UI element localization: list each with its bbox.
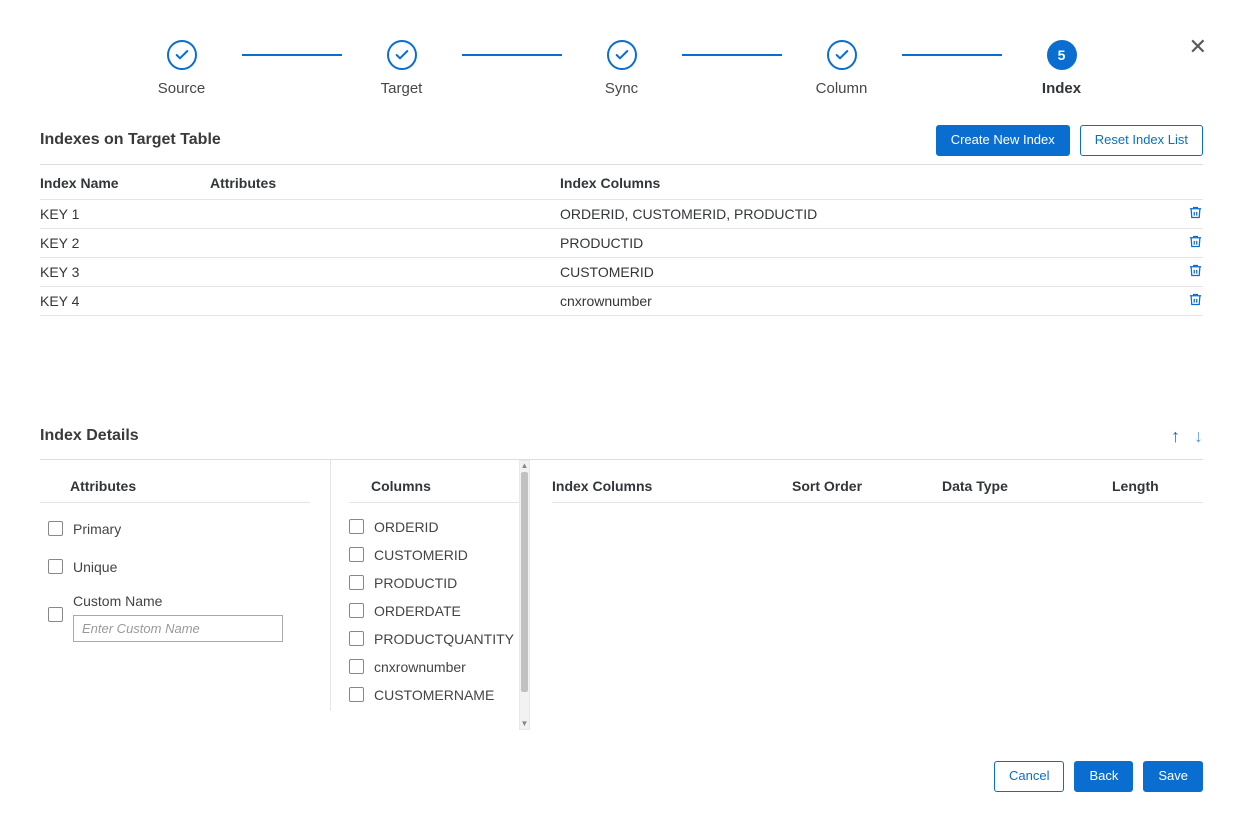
index-cols: CUSTOMERID bbox=[560, 264, 1173, 280]
custom-name-checkbox[interactable] bbox=[48, 607, 63, 622]
step-connector bbox=[902, 54, 1002, 56]
column-label: CUSTOMERID bbox=[374, 547, 468, 563]
column-checkbox[interactable] bbox=[349, 603, 364, 618]
scroll-up-icon[interactable]: ▲ bbox=[520, 461, 529, 471]
indexes-title: Indexes on Target Table bbox=[40, 131, 221, 149]
column-checkbox[interactable] bbox=[349, 631, 364, 646]
index-name: KEY 3 bbox=[40, 264, 210, 280]
detail-header-len: Length bbox=[1112, 478, 1203, 494]
columns-scrollbar[interactable]: ▲ ▼ bbox=[519, 460, 530, 730]
unique-checkbox[interactable] bbox=[48, 559, 63, 574]
column-label: ORDERDATE bbox=[374, 603, 461, 619]
move-down-icon[interactable]: ↓ bbox=[1194, 426, 1203, 447]
attributes-panel: Attributes Primary Unique Custom Name bbox=[40, 460, 330, 711]
index-name: KEY 4 bbox=[40, 293, 210, 309]
index-details-title: Index Details bbox=[40, 427, 139, 445]
move-up-icon[interactable]: ↑ bbox=[1171, 426, 1180, 447]
primary-label: Primary bbox=[73, 521, 121, 537]
wizard-stepper: Source Target Sync Column 5 Index bbox=[122, 40, 1122, 97]
wizard-footer: Cancel Back Save bbox=[40, 761, 1203, 792]
step-column[interactable]: Column bbox=[782, 40, 902, 97]
delete-icon[interactable] bbox=[1173, 263, 1203, 281]
table-row[interactable]: KEY 1 ORDERID, CUSTOMERID, PRODUCTID bbox=[40, 200, 1203, 229]
create-new-index-button[interactable]: Create New Index bbox=[936, 125, 1070, 156]
check-icon bbox=[387, 40, 417, 70]
step-connector bbox=[242, 54, 342, 56]
column-checkbox[interactable] bbox=[349, 687, 364, 702]
scrollbar-thumb[interactable] bbox=[521, 472, 528, 692]
step-label: Column bbox=[816, 80, 868, 97]
save-button[interactable]: Save bbox=[1143, 761, 1203, 792]
table-row[interactable]: KEY 3 CUSTOMERID bbox=[40, 258, 1203, 287]
index-cols: cnxrownumber bbox=[560, 293, 1173, 309]
index-cols: PRODUCTID bbox=[560, 235, 1173, 251]
delete-icon[interactable] bbox=[1173, 234, 1203, 252]
column-label: cnxrownumber bbox=[374, 659, 466, 675]
custom-name-input[interactable] bbox=[73, 615, 283, 642]
unique-label: Unique bbox=[73, 559, 117, 575]
check-icon bbox=[827, 40, 857, 70]
step-connector bbox=[462, 54, 562, 56]
column-checkbox[interactable] bbox=[349, 519, 364, 534]
detail-header-type: Data Type bbox=[942, 478, 1112, 494]
step-label: Source bbox=[158, 80, 206, 97]
table-row[interactable]: KEY 2 PRODUCTID bbox=[40, 229, 1203, 258]
step-label: Index bbox=[1042, 80, 1081, 97]
custom-name-label: Custom Name bbox=[73, 593, 283, 609]
column-label: PRODUCTID bbox=[374, 575, 457, 591]
detail-header-cols: Index Columns bbox=[552, 478, 792, 494]
step-label: Sync bbox=[605, 80, 638, 97]
columns-header: Columns bbox=[349, 470, 530, 503]
step-target[interactable]: Target bbox=[342, 40, 462, 97]
step-number-icon: 5 bbox=[1047, 40, 1077, 70]
index-cols: ORDERID, CUSTOMERID, PRODUCTID bbox=[560, 206, 1173, 222]
primary-checkbox[interactable] bbox=[48, 521, 63, 536]
step-label: Target bbox=[381, 80, 423, 97]
attributes-header: Attributes bbox=[40, 470, 310, 503]
column-label: PRODUCTQUANTITY bbox=[374, 631, 514, 647]
check-icon bbox=[167, 40, 197, 70]
back-button[interactable]: Back bbox=[1074, 761, 1133, 792]
table-row[interactable]: KEY 4 cnxrownumber bbox=[40, 287, 1203, 316]
column-checkbox[interactable] bbox=[349, 547, 364, 562]
step-connector bbox=[682, 54, 782, 56]
cancel-button[interactable]: Cancel bbox=[994, 761, 1064, 792]
check-icon bbox=[607, 40, 637, 70]
step-index[interactable]: 5 Index bbox=[1002, 40, 1122, 97]
reset-index-list-button[interactable]: Reset Index List bbox=[1080, 125, 1203, 156]
col-header-name: Index Name bbox=[40, 175, 210, 191]
step-source[interactable]: Source bbox=[122, 40, 242, 97]
scroll-down-icon[interactable]: ▼ bbox=[520, 719, 529, 729]
column-label: CUSTOMERNAME bbox=[374, 687, 494, 703]
close-icon[interactable]: ✕ bbox=[1189, 36, 1207, 58]
column-checkbox[interactable] bbox=[349, 575, 364, 590]
column-checkbox[interactable] bbox=[349, 659, 364, 674]
col-header-attr: Attributes bbox=[210, 175, 560, 191]
delete-icon[interactable] bbox=[1173, 292, 1203, 310]
index-name: KEY 1 bbox=[40, 206, 210, 222]
column-label: ORDERID bbox=[374, 519, 439, 535]
index-columns-detail-panel: Index Columns Sort Order Data Type Lengt… bbox=[530, 460, 1203, 711]
delete-icon[interactable] bbox=[1173, 205, 1203, 223]
columns-panel: Columns ORDERID CUSTOMERID PRODUCTID ORD… bbox=[330, 460, 530, 711]
index-name: KEY 2 bbox=[40, 235, 210, 251]
indexes-table: Index Name Attributes Index Columns KEY … bbox=[40, 164, 1203, 316]
detail-header-sort: Sort Order bbox=[792, 478, 942, 494]
step-sync[interactable]: Sync bbox=[562, 40, 682, 97]
col-header-cols: Index Columns bbox=[560, 175, 1173, 191]
